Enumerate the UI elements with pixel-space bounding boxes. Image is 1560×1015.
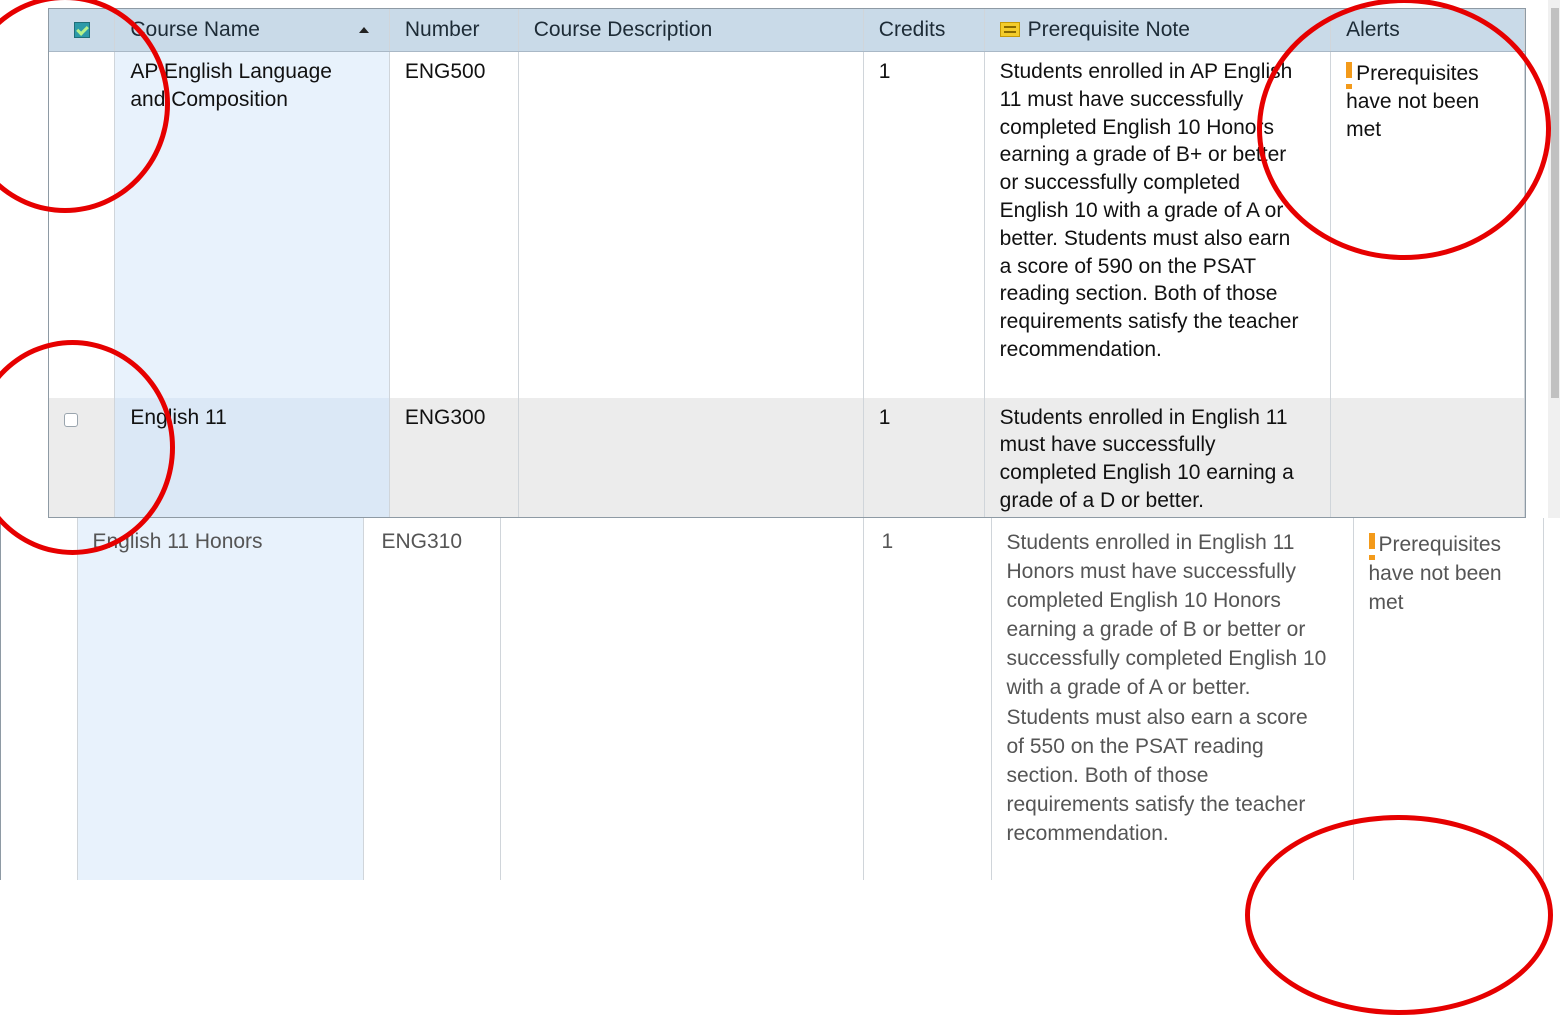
credits-cell: 1	[863, 397, 985, 517]
header-prerequisite-note[interactable]: Prerequisite Note	[984, 9, 1332, 52]
table-row[interactable]: English 11 Honors ENG310 1 Students enro…	[0, 518, 1544, 880]
course-table: Course Name Number Course Description Cr…	[49, 9, 1525, 517]
header-row: Course Name Number Course Description Cr…	[49, 9, 1525, 52]
table-row[interactable]: AP English Language and Composition ENG5…	[49, 51, 1525, 398]
credits-cell: 1	[863, 518, 992, 880]
row-select-cell[interactable]	[0, 518, 78, 880]
course-table-continued: English 11 Honors ENG310 1 Students enro…	[0, 518, 1544, 880]
course-number-cell: ENG300	[389, 397, 519, 517]
course-description-cell	[518, 51, 864, 398]
course-grid-bottom: English 11 Honors ENG310 1 Students enro…	[0, 518, 1560, 880]
header-credits[interactable]: Credits	[863, 9, 985, 52]
prerequisite-note-cell: Students enrolled in English 11 Honors m…	[991, 518, 1354, 880]
alert-exclamation-icon	[1346, 62, 1353, 89]
header-credits-label: Credits	[878, 18, 946, 41]
header-number-label: Number	[404, 18, 480, 41]
header-course-description[interactable]: Course Description	[518, 9, 864, 52]
row-select-cell[interactable]	[49, 397, 116, 517]
select-all-header[interactable]	[49, 9, 116, 52]
select-all-checkbox-icon[interactable]	[73, 22, 90, 39]
credits-cell: 1	[863, 51, 985, 398]
header-course-description-label: Course Description	[533, 18, 713, 41]
prerequisite-note-cell: Students enrolled in English 11 must hav…	[984, 397, 1332, 517]
header-alerts-label: Alerts	[1346, 18, 1400, 41]
course-number-cell: ENG310	[363, 518, 501, 880]
course-name-cell: English 11	[114, 397, 390, 517]
header-number[interactable]: Number	[389, 9, 519, 52]
alerts-cell	[1330, 397, 1525, 517]
alert-text: Prerequisites have not been met	[1368, 533, 1502, 614]
header-course-name-label: Course Name	[130, 18, 260, 41]
note-icon	[999, 22, 1020, 37]
header-prerequisite-note-label: Prerequisite Note	[1027, 18, 1190, 41]
course-grid-top: Course Name Number Course Description Cr…	[48, 8, 1526, 518]
course-description-cell	[518, 397, 864, 517]
alerts-cell: Prerequisites have not been met	[1330, 51, 1525, 398]
prerequisite-note-cell: Students enrolled in AP English 11 must …	[984, 51, 1332, 398]
sort-ascending-icon[interactable]	[358, 27, 369, 33]
header-alerts[interactable]: Alerts	[1330, 9, 1525, 52]
course-name-cell: AP English Language and Composition	[114, 51, 390, 398]
row-select-cell[interactable]	[49, 51, 116, 398]
course-name-cell: English 11 Honors	[77, 518, 364, 880]
alert-exclamation-icon	[1368, 533, 1375, 560]
table-row[interactable]: English 11 ENG300 1 Students enrolled in…	[49, 397, 1525, 517]
alerts-cell: Prerequisites have not been met	[1353, 518, 1544, 880]
course-description-cell	[500, 518, 864, 880]
scrollbar-thumb[interactable]	[1551, 8, 1559, 398]
alert-text: Prerequisites have not been met	[1346, 62, 1480, 141]
row-checkbox[interactable]	[64, 412, 78, 427]
course-number-cell: ENG500	[389, 51, 519, 398]
header-course-name[interactable]: Course Name	[114, 9, 390, 52]
